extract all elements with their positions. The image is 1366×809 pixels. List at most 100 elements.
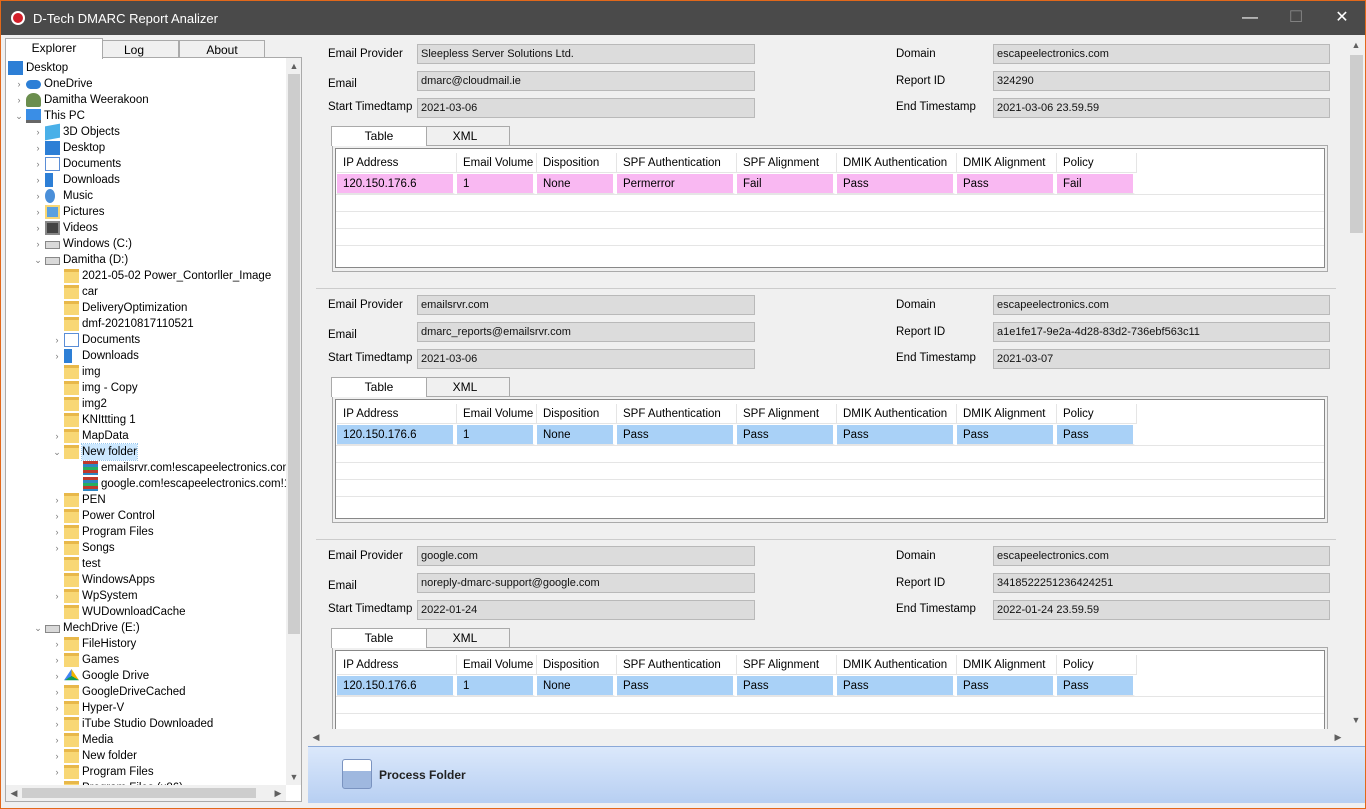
expand-chevron-icon[interactable]: ›: [52, 332, 62, 348]
report-id-field[interactable]: 3418522251236424251: [993, 573, 1330, 593]
tree-item[interactable]: › Google Drive: [6, 668, 286, 684]
email-field[interactable]: dmarc_reports@emailsrvr.com: [417, 322, 755, 342]
minimize-button[interactable]: —: [1227, 1, 1273, 35]
grid-cell[interactable]: 1: [457, 676, 535, 696]
column-header[interactable]: SPF Authentication: [617, 655, 737, 675]
scroll-left-icon[interactable]: ◀: [308, 729, 324, 745]
grid-cell[interactable]: 1: [457, 425, 535, 445]
column-header[interactable]: Disposition: [537, 404, 617, 424]
grid-cell[interactable]: 120.150.176.6: [337, 425, 455, 445]
tree-item[interactable]: ⌄ Damitha (D:): [6, 252, 286, 268]
tree-item[interactable]: KNIttting 1: [6, 412, 286, 428]
expand-chevron-icon[interactable]: ›: [33, 236, 43, 252]
column-header[interactable]: Policy: [1057, 153, 1137, 173]
email-provider-field[interactable]: Sleepless Server Solutions Ltd.: [417, 44, 755, 64]
grid-cell[interactable]: None: [537, 174, 615, 194]
tab-table[interactable]: Table: [331, 126, 427, 146]
tree-item[interactable]: DeliveryOptimization: [6, 300, 286, 316]
grid-cell[interactable]: Pass: [1057, 425, 1135, 445]
title-bar[interactable]: D-Tech DMARC Report Analizer — ☐ ✕: [1, 1, 1365, 35]
expand-chevron-icon[interactable]: ›: [52, 524, 62, 540]
column-header[interactable]: IP Address: [337, 153, 457, 173]
grid-cell[interactable]: 120.150.176.6: [337, 676, 455, 696]
reports-horizontal-scrollbar[interactable]: ◀ ▶: [308, 729, 1348, 746]
grid-cell[interactable]: Pass: [837, 676, 955, 696]
start-timestamp-field[interactable]: 2022-01-24: [417, 600, 755, 620]
tree-item[interactable]: › OneDrive: [6, 76, 286, 92]
tab-table[interactable]: Table: [331, 377, 427, 397]
expand-chevron-icon[interactable]: ›: [52, 684, 62, 700]
grid-cell[interactable]: Permerror: [617, 174, 735, 194]
tree-item[interactable]: › FileHistory: [6, 636, 286, 652]
grid-cell[interactable]: Pass: [737, 676, 835, 696]
report-id-field[interactable]: 324290: [993, 71, 1330, 91]
expand-chevron-icon[interactable]: ›: [52, 668, 62, 684]
collapse-chevron-icon[interactable]: ⌄: [33, 252, 43, 268]
tab-table[interactable]: Table: [331, 628, 427, 648]
column-header[interactable]: SPF Alignment: [737, 153, 837, 173]
tree-item[interactable]: ⌄ This PC: [6, 108, 286, 124]
tab-xml[interactable]: XML: [420, 628, 510, 648]
column-header[interactable]: SPF Alignment: [737, 655, 837, 675]
tree-item[interactable]: › WpSystem: [6, 588, 286, 604]
tree-item[interactable]: img: [6, 364, 286, 380]
domain-field[interactable]: escapeelectronics.com: [993, 44, 1330, 64]
tree-item[interactable]: emailsrvr.com!escapeelectronics.com!: [6, 460, 286, 476]
expand-chevron-icon[interactable]: ›: [33, 156, 43, 172]
start-timestamp-field[interactable]: 2021-03-06: [417, 349, 755, 369]
collapse-chevron-icon[interactable]: ⌄: [14, 108, 24, 124]
column-header[interactable]: Email Volume: [457, 153, 537, 173]
column-header[interactable]: DMIK Authentication: [837, 655, 957, 675]
tree-item[interactable]: › Documents: [6, 332, 286, 348]
maximize-button[interactable]: ☐: [1273, 1, 1319, 35]
column-header[interactable]: DMIK Alignment: [957, 153, 1057, 173]
tree-item[interactable]: car: [6, 284, 286, 300]
scroll-down-icon[interactable]: ▼: [1348, 712, 1364, 728]
tab-xml[interactable]: XML: [420, 126, 510, 146]
tree-item[interactable]: › PEN: [6, 492, 286, 508]
tree-item[interactable]: › Desktop: [6, 140, 286, 156]
grid-cell[interactable]: None: [537, 425, 615, 445]
grid-cell[interactable]: Pass: [837, 425, 955, 445]
expand-chevron-icon[interactable]: ›: [33, 220, 43, 236]
tree-item[interactable]: › Downloads: [6, 348, 286, 364]
email-field[interactable]: dmarc@cloudmail.ie: [417, 71, 755, 91]
column-header[interactable]: IP Address: [337, 655, 457, 675]
scroll-right-icon[interactable]: ▶: [270, 785, 286, 801]
tree-item[interactable]: › 3D Objects: [6, 123, 286, 141]
grid-cell[interactable]: Pass: [957, 676, 1055, 696]
column-header[interactable]: SPF Alignment: [737, 404, 837, 424]
grid-cell[interactable]: Pass: [737, 425, 835, 445]
grid-cell[interactable]: 120.150.176.6: [337, 174, 455, 194]
column-header[interactable]: DMIK Authentication: [837, 153, 957, 173]
tree-item[interactable]: › Hyper-V: [6, 700, 286, 716]
expand-chevron-icon[interactable]: ›: [52, 732, 62, 748]
scroll-left-icon[interactable]: ◀: [6, 785, 22, 801]
reports-vertical-scrollbar[interactable]: ▲ ▼: [1348, 37, 1365, 745]
grid-cell[interactable]: Pass: [957, 425, 1055, 445]
column-header[interactable]: DMIK Alignment: [957, 655, 1057, 675]
grid-cell[interactable]: Fail: [737, 174, 835, 194]
expand-chevron-icon[interactable]: ›: [52, 508, 62, 524]
start-timestamp-field[interactable]: 2021-03-06: [417, 98, 755, 118]
report-id-field[interactable]: a1e1fe17-9e2a-4d28-83d2-736ebf563c11: [993, 322, 1330, 342]
expand-chevron-icon[interactable]: ›: [52, 348, 62, 364]
folder-tree[interactable]: Desktop › OneDrive › Damitha Weerakoon ⌄ This …: [5, 57, 302, 802]
end-timestamp-field[interactable]: 2022-01-24 23.59.59: [993, 600, 1330, 620]
tree-item[interactable]: › Downloads: [6, 172, 286, 188]
tree-item[interactable]: img2: [6, 396, 286, 412]
tree-item[interactable]: img - Copy: [6, 380, 286, 396]
column-header[interactable]: Policy: [1057, 655, 1137, 675]
column-header[interactable]: DMIK Alignment: [957, 404, 1057, 424]
tree-item[interactable]: › Power Control: [6, 508, 286, 524]
expand-chevron-icon[interactable]: ›: [52, 492, 62, 508]
tree-item[interactable]: › Program Files: [6, 524, 286, 540]
expand-chevron-icon[interactable]: ›: [52, 428, 62, 444]
column-header[interactable]: IP Address: [337, 404, 457, 424]
scroll-right-icon[interactable]: ▶: [1330, 729, 1346, 745]
grid-cell[interactable]: None: [537, 676, 615, 696]
tree-item[interactable]: › Media: [6, 732, 286, 748]
tree-item[interactable]: dmf-20210817110521: [6, 316, 286, 332]
expand-chevron-icon[interactable]: ›: [52, 540, 62, 556]
scroll-up-icon[interactable]: ▲: [286, 58, 301, 74]
